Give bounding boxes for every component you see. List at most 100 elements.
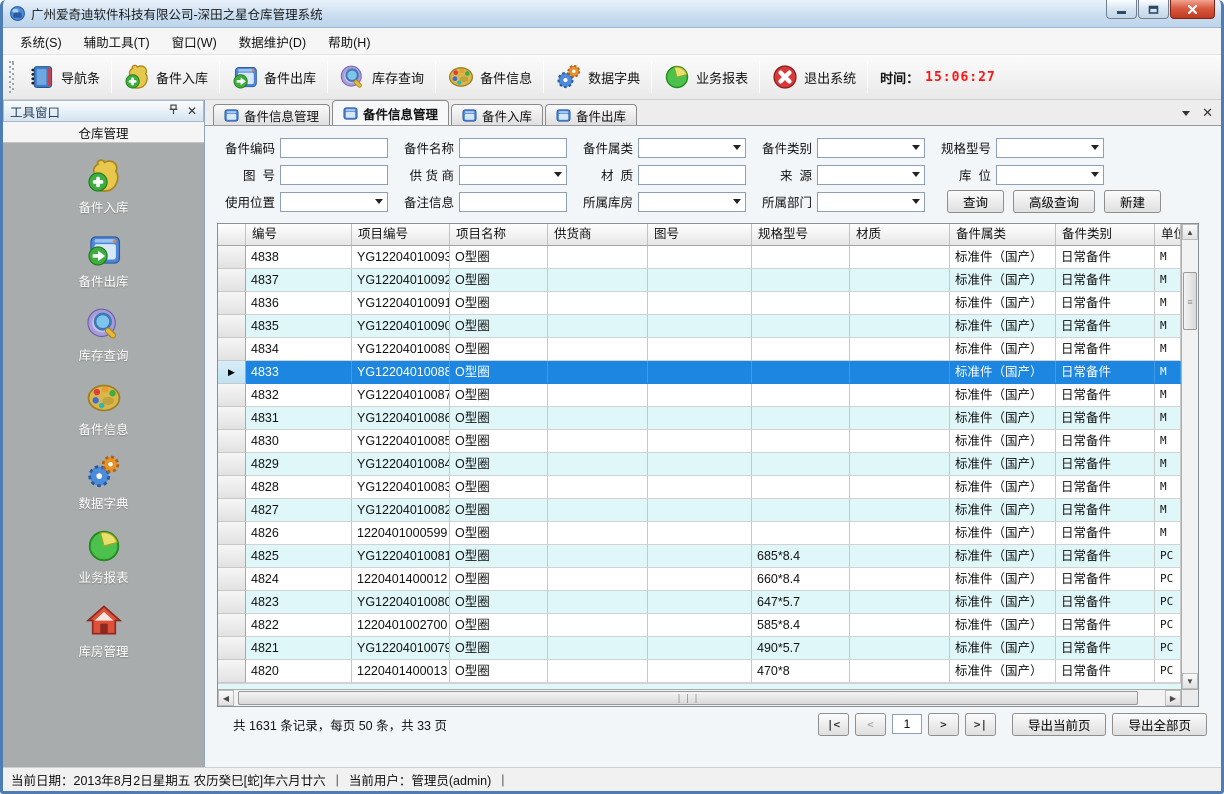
new-button[interactable]: 新建 [1104,190,1161,213]
cell-figure-no[interactable] [648,269,752,292]
maximize-button[interactable] [1138,0,1169,19]
cell-unit[interactable]: M [1155,453,1181,476]
row-selector[interactable] [218,407,246,430]
material-input[interactable] [638,165,746,185]
cell-supplier[interactable] [548,453,648,476]
cell-id[interactable]: 4834 [246,338,352,361]
grid-header-unit[interactable]: 单位 [1155,224,1181,245]
cell-attribute[interactable]: 标准件（国产） [950,315,1056,338]
cell-id[interactable]: 4820 [246,660,352,683]
row-selector[interactable] [218,522,246,545]
cell-id[interactable]: 4830 [246,430,352,453]
horizontal-scrollbar[interactable]: ◀ ❘❘❘ ▶ [218,690,1181,706]
remark-input[interactable] [459,192,567,212]
cell-attribute[interactable]: 标准件（国产） [950,637,1056,660]
cell-category[interactable]: 日常备件 [1056,430,1155,453]
row-selector[interactable] [218,476,246,499]
cell-category[interactable]: 日常备件 [1056,453,1155,476]
cell-spec[interactable] [752,407,850,430]
cell-project-no[interactable]: YG12204010087 [352,384,450,407]
row-selector[interactable] [218,499,246,522]
cell-spec[interactable] [752,384,850,407]
cell-spec[interactable] [752,315,850,338]
cell-project-no[interactable]: YG12204010083 [352,476,450,499]
table-row[interactable]: 4828YG12204010083O型圈标准件（国产）日常备件M [218,476,1181,499]
cell-project-name[interactable]: O型圈 [450,660,548,683]
tab-4[interactable]: 备件出库 [545,104,637,125]
cell-supplier[interactable] [548,430,648,453]
cell-attribute[interactable]: 标准件（国产） [950,430,1056,453]
grid-header-project-name[interactable]: 项目名称 [450,224,548,245]
cell-project-no[interactable]: YG12204010079 [352,637,450,660]
cell-id[interactable]: 4826 [246,522,352,545]
row-selector[interactable] [218,338,246,361]
cell-supplier[interactable] [548,384,648,407]
grid-header-project-no[interactable]: 项目编号 [352,224,450,245]
cell-spec[interactable]: 585*8.4 [752,614,850,637]
figure-no-input[interactable] [280,165,388,185]
cell-category[interactable]: 日常备件 [1056,361,1155,384]
toolbar-grip-handle[interactable] [9,61,14,93]
cell-figure-no[interactable] [648,338,752,361]
minimize-button[interactable] [1106,0,1137,19]
menu-item-3[interactable]: 窗口(W) [161,27,228,56]
cell-project-name[interactable]: O型圈 [450,476,548,499]
sidebar-item-parts-out[interactable]: 备件出库 [3,231,204,290]
cell-material[interactable] [850,568,950,591]
cell-project-no[interactable]: YG12204010089 [352,338,450,361]
cell-id[interactable]: 4837 [246,269,352,292]
cell-category[interactable]: 日常备件 [1056,545,1155,568]
grid-header-category[interactable]: 备件类别 [1056,224,1155,245]
export-all-pages-button[interactable]: 导出全部页 [1112,713,1207,736]
next-page-button[interactable]: > [928,713,959,736]
cell-supplier[interactable] [548,292,648,315]
tab-1[interactable]: 备件信息管理 [213,104,330,125]
cell-unit[interactable]: M [1155,407,1181,430]
cell-attribute[interactable]: 标准件（国产） [950,499,1056,522]
table-row[interactable]: 4827YG12204010082O型圈标准件（国产）日常备件M [218,499,1181,522]
cell-category[interactable]: 日常备件 [1056,637,1155,660]
cell-attribute[interactable]: 标准件（国产） [950,384,1056,407]
cell-spec[interactable] [752,246,850,269]
toolbar-exit-button[interactable]: 退出系统 [762,59,865,95]
cell-figure-no[interactable] [648,315,752,338]
row-selector[interactable] [218,591,246,614]
grid-header-figure-no[interactable]: 图号 [648,224,752,245]
toolbar-business-report-button[interactable]: 业务报表 [654,59,757,95]
cell-attribute[interactable]: 标准件（国产） [950,614,1056,637]
cell-figure-no[interactable] [648,545,752,568]
cell-figure-no[interactable] [648,637,752,660]
table-row[interactable]: 4830YG12204010085O型圈标准件（国产）日常备件M [218,430,1181,453]
cell-id[interactable]: 4835 [246,315,352,338]
cell-project-no[interactable]: YG12204010090 [352,315,450,338]
scroll-up-icon[interactable]: ▲ [1182,224,1198,240]
part-code-input[interactable] [280,138,388,158]
cell-supplier[interactable] [548,637,648,660]
page-number-input[interactable] [892,714,922,734]
cell-project-no[interactable]: YG12204010086 [352,407,450,430]
cell-material[interactable] [850,522,950,545]
cell-spec[interactable] [752,499,850,522]
cell-category[interactable]: 日常备件 [1056,476,1155,499]
supplier-select[interactable] [459,165,567,185]
cell-project-name[interactable]: O型圈 [450,338,548,361]
cell-spec[interactable]: 490*5.7 [752,637,850,660]
storage-location-select[interactable] [996,165,1104,185]
table-row[interactable]: 4834YG12204010089O型圈标准件（国产）日常备件M [218,338,1181,361]
cell-material[interactable] [850,637,950,660]
cell-supplier[interactable] [548,315,648,338]
grid-header-supplier[interactable]: 供货商 [548,224,648,245]
cell-project-name[interactable]: O型圈 [450,545,548,568]
cell-project-no[interactable]: 1220401000599 [352,522,450,545]
cell-spec[interactable]: 660*8.4 [752,568,850,591]
cell-category[interactable]: 日常备件 [1056,499,1155,522]
table-row[interactable]: 48261220401000599O型圈标准件（国产）日常备件M [218,522,1181,545]
cell-project-no[interactable]: 1220401400012 [352,568,450,591]
cell-id[interactable]: 4831 [246,407,352,430]
cell-category[interactable]: 日常备件 [1056,384,1155,407]
cell-project-no[interactable]: YG12204010085 [352,430,450,453]
part-attribute-select[interactable] [638,138,746,158]
cell-material[interactable] [850,292,950,315]
cell-project-name[interactable]: O型圈 [450,453,548,476]
cell-attribute[interactable]: 标准件（国产） [950,591,1056,614]
